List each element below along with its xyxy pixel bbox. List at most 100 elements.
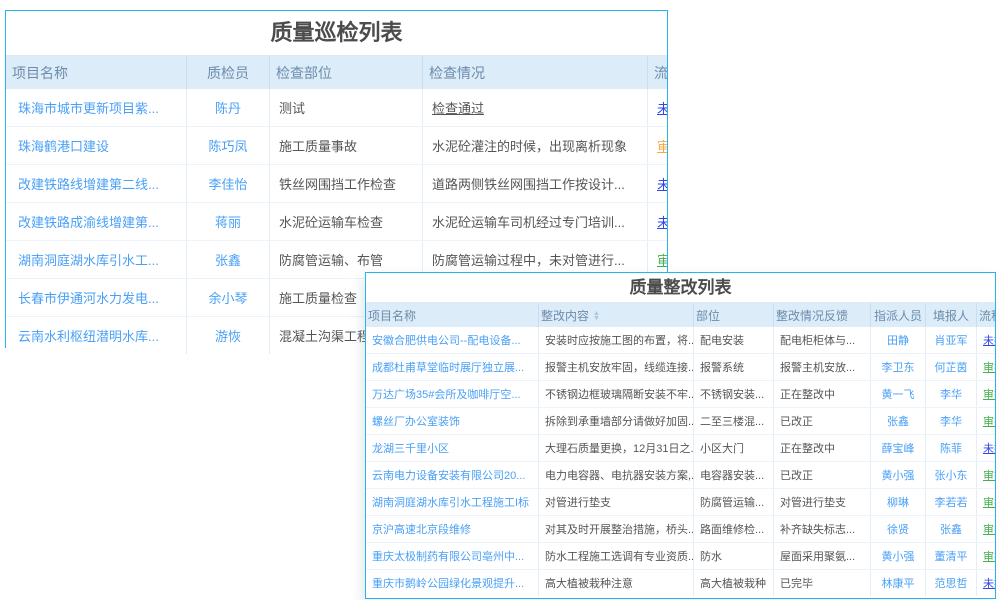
status-text[interactable]: 审批通过: [657, 253, 667, 268]
column-header-status: 流程状态: [648, 56, 668, 89]
status-text[interactable]: 未提交: [983, 335, 995, 347]
column-header-situation: 检查情况: [423, 56, 648, 89]
status-text[interactable]: 未提交: [657, 101, 667, 116]
project-link[interactable]: 重庆市鹅岭公园绿化景观提升...: [372, 578, 524, 590]
status-text[interactable]: 审批通过: [983, 389, 995, 401]
cell-project: 万达广场35#会所及咖啡厅空...: [366, 381, 539, 408]
cell-part: 路面维修检...: [694, 516, 774, 543]
cell-status: 未提交: [977, 327, 996, 354]
column-header-part: 检查部位: [270, 56, 423, 89]
cell-reporter: 张鑫: [926, 516, 977, 543]
status-text[interactable]: 未提交: [657, 177, 667, 192]
project-link[interactable]: 湖南洞庭湖水库引水工程施工I标: [372, 497, 529, 509]
project-link[interactable]: 螺丝厂办公室装饰: [372, 416, 460, 428]
column-header-content[interactable]: 整改内容▲▼: [539, 303, 694, 327]
cell-reporter: 董清平: [926, 543, 977, 570]
cell-assignee: 林康平: [871, 570, 926, 597]
cell-status: 审批通过: [977, 354, 996, 381]
column-label: 整改情况反馈: [776, 309, 848, 323]
person-link[interactable]: 李卫东: [882, 362, 915, 374]
project-link[interactable]: 成都杜甫草堂临时展厅独立展...: [372, 362, 524, 374]
status-text[interactable]: 审批通过: [983, 416, 995, 428]
sort-icon[interactable]: ▲▼: [593, 311, 600, 321]
person-link[interactable]: 薛宝峰: [882, 443, 915, 455]
status-text[interactable]: 审批通过: [983, 470, 995, 482]
cell-text: 防水: [700, 551, 722, 563]
person-link[interactable]: 李华: [940, 416, 962, 428]
status-text[interactable]: 未提交: [983, 443, 995, 455]
person-link[interactable]: 陈菲: [940, 443, 962, 455]
status-text[interactable]: 审批通过: [983, 551, 995, 563]
person-link[interactable]: 柳琳: [887, 497, 909, 509]
project-link[interactable]: 云南电力设备安装有限公司20...: [372, 470, 525, 482]
person-link[interactable]: 李佳怡: [208, 177, 247, 192]
project-link[interactable]: 湖南洞庭湖水库引水工...: [18, 253, 159, 268]
person-link[interactable]: 黄一飞: [882, 389, 915, 401]
project-link[interactable]: 重庆太极制药有限公司亳州中...: [372, 551, 524, 563]
cell-status: 审批通过: [977, 516, 996, 543]
cell-content: 电力电容器、电抗器安装方案,...: [539, 462, 694, 489]
person-link[interactable]: 林康平: [882, 578, 915, 590]
project-link[interactable]: 万达广场35#会所及咖啡厅空...: [372, 389, 521, 401]
project-link[interactable]: 云南水利枢纽潜明水库...: [18, 329, 159, 344]
cell-project: 龙湖三千里小区: [366, 435, 539, 462]
person-link[interactable]: 陈丹: [215, 101, 241, 116]
person-link[interactable]: 黄小强: [882, 470, 915, 482]
person-link[interactable]: 余小琴: [208, 291, 247, 306]
status-text[interactable]: 未提交: [657, 215, 667, 230]
person-link[interactable]: 肖亚军: [935, 335, 968, 347]
cell-status: 未提交: [977, 570, 996, 597]
status-text[interactable]: 审批通过: [983, 497, 995, 509]
column-label: 项目名称: [368, 309, 416, 323]
person-link[interactable]: 张鑫: [940, 524, 962, 536]
project-link[interactable]: 龙湖三千里小区: [372, 443, 449, 455]
cell-feedback: 报警主机安放...: [774, 354, 871, 381]
table-row: 云南电力设备安装有限公司20...电力电容器、电抗器安装方案,...电容器安装.…: [366, 462, 995, 489]
person-link[interactable]: 张鑫: [887, 416, 909, 428]
person-link[interactable]: 游恢: [215, 329, 241, 344]
person-link[interactable]: 黄小强: [882, 551, 915, 563]
column-label: 部位: [696, 309, 720, 323]
cell-text: 配电柜柜体与...: [780, 335, 855, 347]
cell-assignee: 张鑫: [871, 408, 926, 435]
project-link[interactable]: 改建铁路成渝线增建第...: [18, 215, 159, 230]
person-link[interactable]: 陈巧凤: [208, 139, 247, 154]
project-link[interactable]: 珠海市城市更新项目紫...: [18, 101, 159, 116]
cell-feedback: 已改正: [774, 408, 871, 435]
cell-text: 铁丝网围挡工作检查: [279, 177, 396, 192]
cell-text: 测试: [279, 101, 305, 116]
cell-text: 施工质量事故: [279, 139, 357, 154]
table-row: 重庆市鹅岭公园绿化景观提升...高大植被栽种注意高大植被栽种已完毕林康平范思哲未…: [366, 570, 995, 597]
person-link[interactable]: 蒋丽: [215, 215, 241, 230]
rectification-list-card: 质量整改列表 项目名称整改内容▲▼部位整改情况反馈指派人员填报人流程状态 安徽合…: [365, 272, 996, 599]
project-link[interactable]: 安徽合肥供电公司--配电设备...: [372, 335, 521, 347]
inspection-list-title: 质量巡检列表: [6, 11, 667, 56]
person-link[interactable]: 徐贤: [887, 524, 909, 536]
column-label: 检查部位: [276, 65, 332, 81]
person-link[interactable]: 何芷茵: [935, 362, 968, 374]
project-link[interactable]: 长春市伊通河水力发电...: [18, 291, 159, 306]
person-link[interactable]: 李华: [940, 389, 962, 401]
person-link[interactable]: 田静: [887, 335, 909, 347]
project-link[interactable]: 珠海鹤港口建设: [18, 139, 109, 154]
cell-part: 二至三楼混...: [694, 408, 774, 435]
table-row: 重庆太极制药有限公司亳州中...防水工程施工选调有专业资质...防水屋面采用聚氨…: [366, 543, 995, 570]
project-link[interactable]: 改建铁路线增建第二线...: [18, 177, 159, 192]
status-text[interactable]: 未提交: [983, 578, 995, 590]
person-link[interactable]: 张鑫: [215, 253, 241, 268]
person-link[interactable]: 李若若: [935, 497, 968, 509]
table-row: 改建铁路线增建第二线... 李佳怡 铁丝网围挡工作检查 道路两侧铁丝网围挡工作按设计.…: [6, 165, 667, 203]
person-link[interactable]: 范思哲: [935, 578, 968, 590]
cell-text: 道路两侧铁丝网围挡工作按设计...: [432, 177, 625, 192]
status-text[interactable]: 审批通过: [983, 524, 995, 536]
status-text[interactable]: 审批中: [657, 139, 667, 154]
project-link[interactable]: 京沪高速北京段维修: [372, 524, 471, 536]
person-link[interactable]: 张小东: [935, 470, 968, 482]
person-link[interactable]: 董清平: [935, 551, 968, 563]
rectification-table-body: 安徽合肥供电公司--配电设备...安装时应按施工图的布置，将...配电安装配电柜…: [366, 327, 995, 596]
cell-text: 不锈钢边框玻璃隔断安装不牢...: [545, 389, 694, 401]
cell-part: 报警系统: [694, 354, 774, 381]
cell-reporter: 李若若: [926, 489, 977, 516]
status-text[interactable]: 审批通过: [983, 362, 995, 374]
cell-situation: 水泥砼灌注的时候，出现离析现象: [423, 127, 648, 165]
